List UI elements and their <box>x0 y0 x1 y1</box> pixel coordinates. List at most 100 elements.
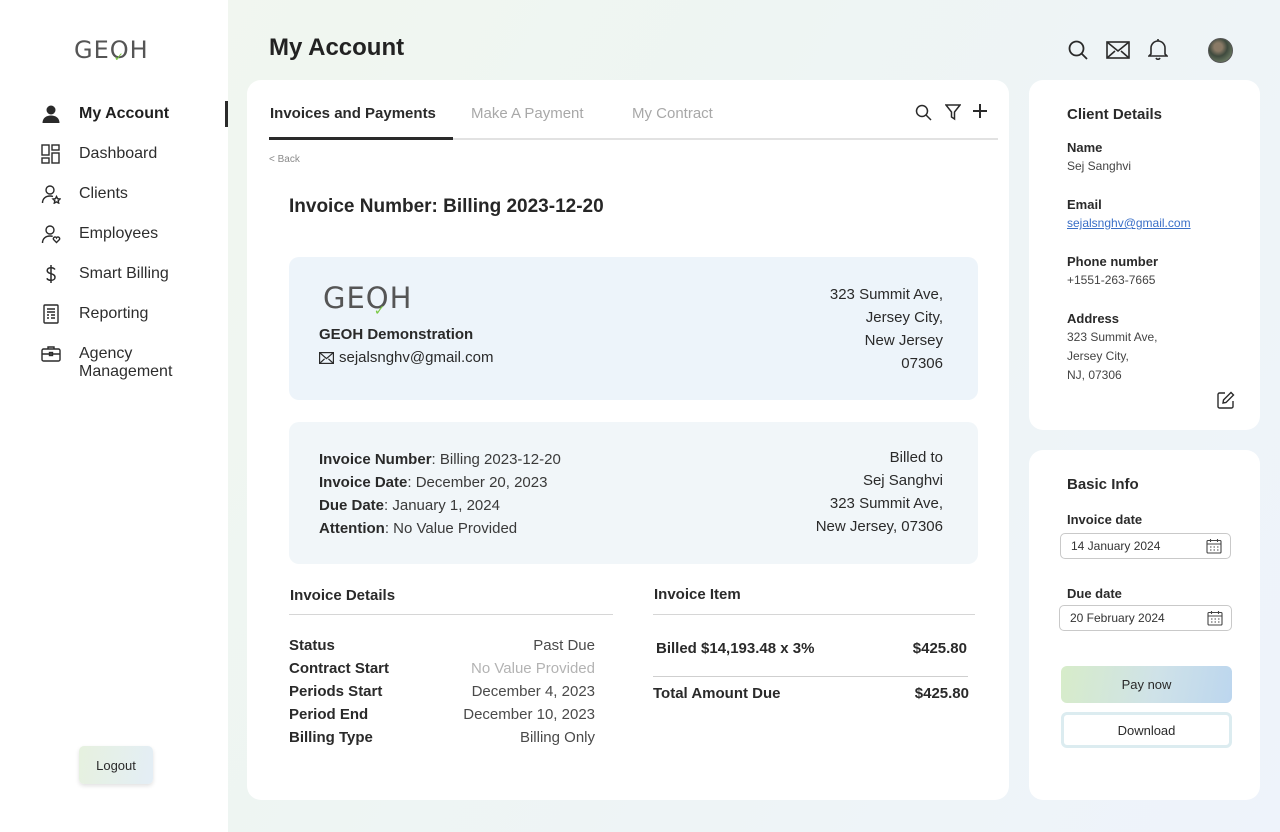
geoh-logo: GEO ✓ H <box>323 281 413 319</box>
briefcase-icon <box>40 343 62 365</box>
sidebar-item-clients[interactable]: Clients <box>0 176 228 216</box>
check-icon: ✓ <box>373 303 387 319</box>
client-name: Sej Sanghvi <box>1067 159 1132 173</box>
check-icon: ✓ <box>113 50 125 64</box>
detail-row: Contract Start No Value Provided <box>289 660 595 683</box>
tab-make-a-payment[interactable]: Make A Payment <box>471 105 584 122</box>
basic-info-card: Basic Info Invoice date 14 January 2024 … <box>1029 450 1260 800</box>
client-email-link[interactable]: sejalsnghv@gmail.com <box>1067 214 1191 233</box>
sidebar-item-label: Employees <box>79 225 159 242</box>
address-line: NJ, 07306 <box>1067 368 1122 382</box>
search-icon[interactable] <box>1066 38 1090 62</box>
phone-label: Phone number <box>1067 254 1159 269</box>
meta-invoice-number: Invoice Number: Billing 2023-12-20 <box>319 448 561 471</box>
pay-now-button[interactable]: Pay now <box>1061 666 1232 703</box>
address-line: 07306 <box>901 355 943 372</box>
name-label: Name <box>1067 140 1103 155</box>
address-label: Address <box>1067 311 1120 326</box>
dashboard-icon <box>40 143 62 165</box>
detail-key: Contract Start <box>289 660 390 677</box>
company-address: 323 Summit Ave, Jersey City, New Jersey … <box>830 283 943 375</box>
geoh-logo[interactable]: GEO ✓ H <box>74 36 149 64</box>
detail-value: Past Due <box>533 637 595 654</box>
client-phone: +1551-263-7665 <box>1067 273 1156 287</box>
clients-icon <box>40 183 62 205</box>
total-label: Total Amount Due <box>653 685 781 702</box>
meta-value: : No Value Provided <box>384 520 518 537</box>
total-amount-row: Total Amount Due $425.80 <box>653 685 969 702</box>
address-line: Jersey City, <box>1067 349 1129 363</box>
billed-to-line: Billed to <box>889 449 943 466</box>
logo-text: GE <box>323 281 366 315</box>
sidebar-item-dashboard[interactable]: Dashboard <box>0 136 228 176</box>
filter-icon[interactable] <box>943 102 963 122</box>
dollar-icon <box>40 263 62 285</box>
detail-value: No Value Provided <box>471 660 595 677</box>
meta-invoice-date: Invoice Date: December 20, 2023 <box>319 471 561 494</box>
sidebar: GEO ✓ H My Account Dashboard Clients Emplo… <box>0 0 228 832</box>
bell-icon[interactable] <box>1146 37 1170 61</box>
tab-my-contract[interactable]: My Contract <box>632 105 713 122</box>
plus-icon[interactable] <box>970 101 990 121</box>
meta-value: : Billing 2023-12-20 <box>431 451 561 468</box>
detail-value: December 4, 2023 <box>471 683 595 700</box>
logout-button[interactable]: Logout <box>79 746 153 784</box>
sidebar-item-label: Agency Management <box>79 345 173 380</box>
back-link[interactable]: < Back <box>269 154 300 165</box>
sidebar-item-label: Reporting <box>79 305 149 322</box>
detail-value: Billing Only <box>519 729 595 746</box>
company-email: sejalsnghv@gmail.com <box>319 349 493 366</box>
company-email-text: sejalsnghv@gmail.com <box>339 349 494 366</box>
detail-key: Billing Type <box>289 729 373 746</box>
sidebar-item-employees[interactable]: Employees <box>0 216 228 256</box>
company-panel: GEO ✓ H GEOH Demonstration sejalsnghv@gmai… <box>289 257 978 400</box>
sidebar-item-label: Smart Billing <box>79 265 169 282</box>
detail-key: Periods Start <box>289 683 383 700</box>
line-item-amount: $425.80 <box>912 640 967 657</box>
invoice-date-field[interactable]: 14 January 2024 <box>1060 533 1231 559</box>
sidebar-item-label: Dashboard <box>79 145 158 162</box>
sidebar-item-smart-billing[interactable]: Smart Billing <box>0 256 228 296</box>
invoice-details-title: Invoice Details <box>290 587 396 604</box>
basic-info-title: Basic Info <box>1067 476 1139 493</box>
sidebar-item-agency-management[interactable]: Agency Management <box>0 336 228 392</box>
employees-icon <box>40 223 62 245</box>
detail-row: Period End December 10, 2023 <box>289 706 595 729</box>
meta-label: Invoice Date <box>319 474 408 491</box>
detail-key: Status <box>289 637 335 654</box>
mail-icon[interactable] <box>1105 38 1131 62</box>
due-date-field[interactable]: 20 February 2024 <box>1059 605 1232 631</box>
detail-value: December 10, 2023 <box>463 706 595 723</box>
meta-label: Due Date <box>319 497 385 514</box>
detail-key: Period End <box>289 706 369 723</box>
sidebar-nav: My Account Dashboard Clients Employees S… <box>0 96 228 392</box>
search-icon[interactable] <box>913 102 933 122</box>
due-date-value: 20 February 2024 <box>1070 611 1165 625</box>
sidebar-item-reporting[interactable]: Reporting <box>0 296 228 336</box>
logo-text-end: H <box>129 36 149 64</box>
client-details-card: Client Details Name Sej Sanghvi Email se… <box>1029 80 1260 430</box>
invoice-date-value: 14 January 2024 <box>1071 539 1161 553</box>
download-button[interactable]: Download <box>1061 712 1232 748</box>
active-tab-indicator <box>269 137 453 140</box>
avatar[interactable] <box>1208 38 1233 63</box>
calendar-icon[interactable] <box>1206 538 1222 554</box>
divider <box>653 676 968 677</box>
client-address: 323 Summit Ave, Jersey City, NJ, 07306 <box>1067 328 1158 385</box>
invoice-meta: Invoice Number: Billing 2023-12-20 Invoi… <box>319 448 561 540</box>
meta-value: : December 20, 2023 <box>407 474 548 491</box>
due-date-label: Due date <box>1067 586 1122 601</box>
edit-icon[interactable] <box>1217 391 1237 411</box>
sidebar-item-my-account[interactable]: My Account <box>0 96 228 136</box>
logo-text-end: H <box>389 281 413 315</box>
address-line: 323 Summit Ave, <box>1067 330 1158 344</box>
invoice-item-title: Invoice Item <box>654 586 741 603</box>
address-line: New Jersey <box>864 332 943 349</box>
calendar-icon[interactable] <box>1207 610 1223 626</box>
tab-invoices-and-payments[interactable]: Invoices and Payments <box>270 105 436 122</box>
sidebar-item-label: My Account <box>79 105 170 122</box>
page-title: My Account <box>269 34 405 61</box>
meta-label: Invoice Number <box>319 451 432 468</box>
billed-to-line: New Jersey, 07306 <box>815 518 943 535</box>
main-card: Invoices and Payments Make A Payment My … <box>247 80 1009 800</box>
